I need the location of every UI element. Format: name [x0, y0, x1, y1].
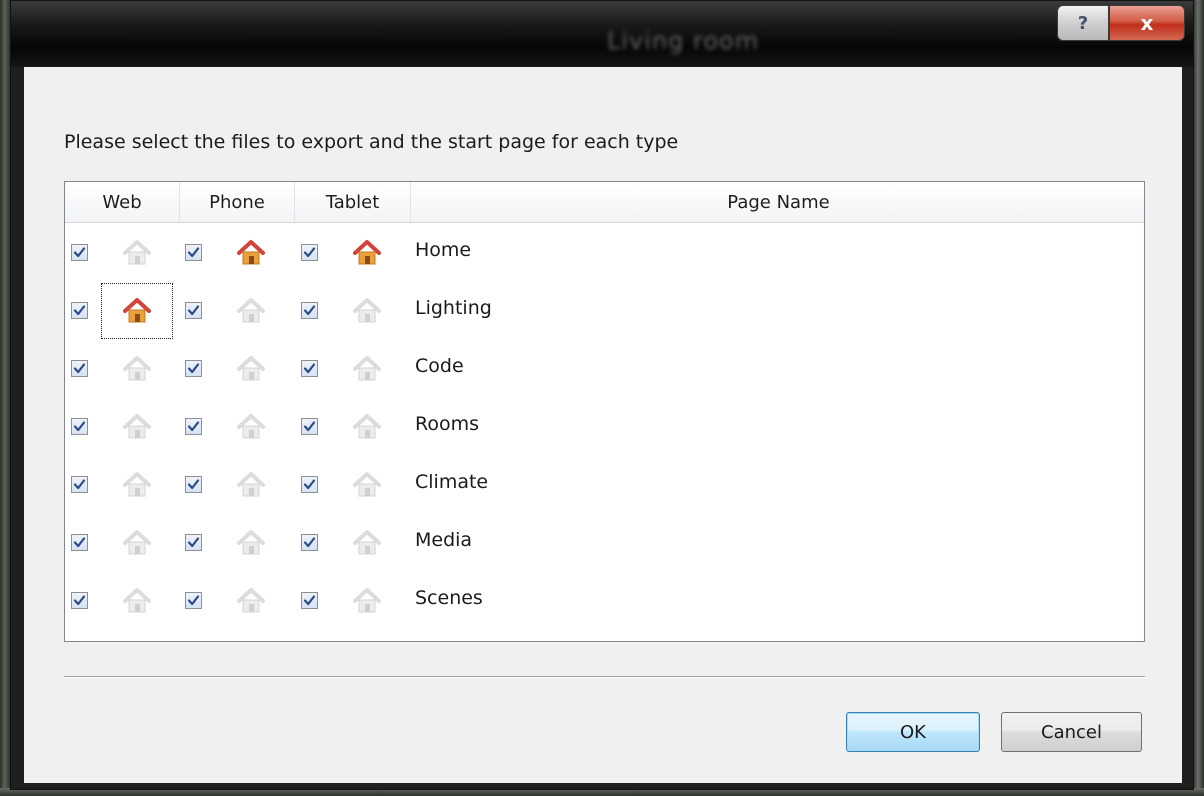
phone-export-checkbox[interactable] [185, 360, 202, 377]
table-row: Code [65, 340, 1144, 398]
web-start-page-home-icon[interactable] [121, 237, 153, 269]
table-row: Climate [65, 456, 1144, 514]
help-icon: ? [1077, 12, 1089, 34]
phone-export-checkbox[interactable] [185, 302, 202, 319]
pages-table: Web Phone Tablet Page Name Home Lighting C… [64, 181, 1145, 642]
checkmark-icon [187, 362, 200, 375]
checkmark-icon [73, 246, 86, 259]
page-name-label: Climate [415, 471, 489, 493]
phone-start-page-home-icon[interactable] [235, 353, 267, 385]
checkmark-icon [73, 594, 86, 607]
checkmark-icon [303, 420, 316, 433]
close-icon: x [1140, 11, 1154, 35]
phone-export-checkbox[interactable] [185, 534, 202, 551]
web-start-page-home-icon[interactable] [121, 469, 153, 501]
tablet-export-checkbox[interactable] [301, 360, 318, 377]
page-name-label: Lighting [415, 297, 492, 319]
web-export-checkbox[interactable] [71, 302, 88, 319]
tablet-start-page-home-icon[interactable] [351, 411, 383, 443]
phone-start-page-home-icon[interactable] [235, 411, 267, 443]
checkmark-icon [187, 594, 200, 607]
checkmark-icon [303, 594, 316, 607]
checkmark-icon [73, 420, 86, 433]
checkmark-icon [187, 536, 200, 549]
web-start-page-home-icon[interactable] [121, 527, 153, 559]
phone-export-checkbox[interactable] [185, 592, 202, 609]
checkmark-icon [73, 304, 86, 317]
phone-export-checkbox[interactable] [185, 476, 202, 493]
title-bar[interactable]: Living room ? x [11, 1, 1193, 67]
table-header: Web Phone Tablet Page Name [65, 182, 1144, 223]
tablet-export-checkbox[interactable] [301, 534, 318, 551]
tablet-export-checkbox[interactable] [301, 418, 318, 435]
web-start-page-home-icon[interactable] [121, 353, 153, 385]
web-export-checkbox[interactable] [71, 476, 88, 493]
web-export-checkbox[interactable] [71, 244, 88, 261]
dialog-client-area: Please select the files to export and th… [24, 67, 1182, 783]
table-row: Lighting [65, 282, 1144, 340]
table-row: Scenes [65, 572, 1144, 630]
tablet-start-page-home-icon[interactable] [351, 469, 383, 501]
checkmark-icon [187, 246, 200, 259]
web-export-checkbox[interactable] [71, 592, 88, 609]
checkmark-icon [73, 478, 86, 491]
window-title: Living room [607, 27, 760, 55]
checkmark-icon [303, 536, 316, 549]
phone-start-page-home-icon[interactable] [235, 469, 267, 501]
table-row: Rooms [65, 398, 1144, 456]
phone-start-page-home-icon[interactable] [235, 295, 267, 327]
checkmark-icon [303, 362, 316, 375]
web-export-checkbox[interactable] [71, 418, 88, 435]
checkmark-icon [187, 420, 200, 433]
phone-start-page-home-icon[interactable] [235, 527, 267, 559]
column-header-tablet[interactable]: Tablet [295, 182, 411, 222]
phone-export-checkbox[interactable] [185, 244, 202, 261]
column-header-page-name[interactable]: Page Name [411, 182, 1144, 222]
column-header-phone[interactable]: Phone [180, 182, 295, 222]
phone-export-checkbox[interactable] [185, 418, 202, 435]
web-start-page-home-icon[interactable] [121, 411, 153, 443]
tablet-start-page-home-icon[interactable] [351, 585, 383, 617]
table-row: Media [65, 514, 1144, 572]
page-name-label: Home [415, 239, 472, 261]
tablet-start-page-home-icon[interactable] [351, 237, 383, 269]
export-dialog-window: Living room ? x Please select the files … [10, 0, 1194, 790]
tablet-export-checkbox[interactable] [301, 476, 318, 493]
page-name-label: Code [415, 355, 464, 377]
checkmark-icon [187, 478, 200, 491]
tablet-export-checkbox[interactable] [301, 244, 318, 261]
checkmark-icon [303, 246, 316, 259]
page-name-label: Rooms [415, 413, 480, 435]
phone-start-page-home-icon[interactable] [235, 585, 267, 617]
instruction-text: Please select the files to export and th… [64, 131, 679, 153]
separator-line [64, 676, 1145, 677]
tablet-start-page-home-icon[interactable] [351, 353, 383, 385]
checkmark-icon [73, 536, 86, 549]
web-export-checkbox[interactable] [71, 534, 88, 551]
phone-start-page-home-icon[interactable] [235, 237, 267, 269]
tablet-export-checkbox[interactable] [301, 592, 318, 609]
cancel-button[interactable]: Cancel [1001, 712, 1142, 752]
checkmark-icon [303, 478, 316, 491]
web-export-checkbox[interactable] [71, 360, 88, 377]
web-start-page-home-icon[interactable] [101, 283, 173, 339]
tablet-start-page-home-icon[interactable] [351, 295, 383, 327]
column-header-web[interactable]: Web [65, 182, 180, 222]
table-row: Home [65, 224, 1144, 282]
help-button[interactable]: ? [1057, 5, 1109, 41]
page-name-label: Media [415, 529, 473, 551]
checkmark-icon [187, 304, 200, 317]
tablet-export-checkbox[interactable] [301, 302, 318, 319]
tablet-start-page-home-icon[interactable] [351, 527, 383, 559]
checkmark-icon [73, 362, 86, 375]
checkmark-icon [303, 304, 316, 317]
web-start-page-home-icon[interactable] [121, 585, 153, 617]
ok-button[interactable]: OK [846, 712, 980, 752]
close-button[interactable]: x [1109, 5, 1185, 41]
page-name-label: Scenes [415, 587, 483, 609]
